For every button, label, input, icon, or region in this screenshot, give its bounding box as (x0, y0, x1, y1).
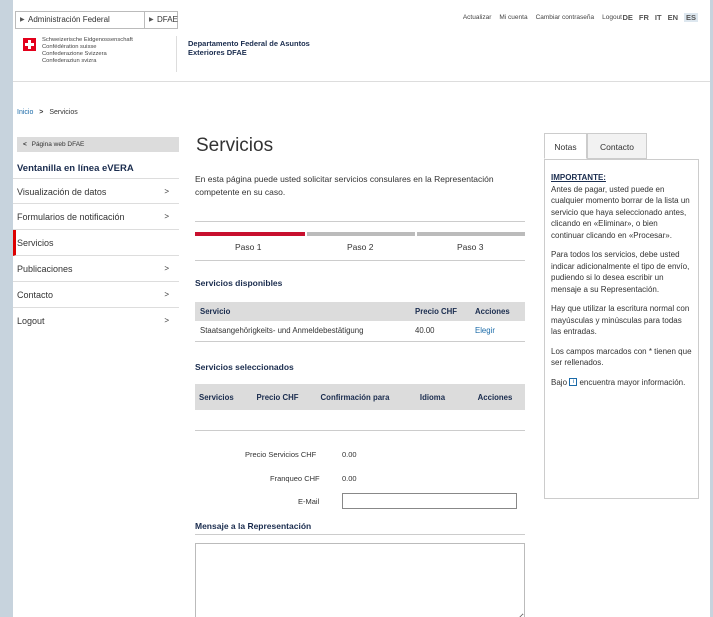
note-paragraph: Bajo i encuentra mayor información. (551, 377, 686, 387)
column-header: Servicios (195, 384, 245, 410)
column-header: Idioma (400, 384, 465, 410)
note-paragraph: Hay que utilizar la escritura normal con… (551, 304, 690, 336)
email-input[interactable] (342, 493, 517, 509)
selected-services-heading: Servicios seleccionados (195, 362, 294, 372)
available-services-table: Servicio Precio CHF Acciones Staatsangeh… (195, 302, 525, 342)
services-price-label: Precio Servicios CHF (245, 450, 317, 459)
lang-it[interactable]: IT (655, 13, 662, 22)
column-header: Acciones (465, 384, 525, 410)
header-divider (176, 36, 177, 72)
message-heading: Mensaje a la Representación (195, 521, 312, 531)
chevron-right-icon: > (164, 212, 169, 221)
change-password-link[interactable]: Cambiar contraseña (536, 14, 595, 21)
step-2-label: Paso 2 (347, 242, 374, 252)
intro-text: En esta página puede usted solicitar ser… (195, 174, 494, 197)
page: ▶ Administración Federal ▶ DFAE Actualiz… (13, 0, 710, 617)
breadcrumb-current: Servicios (49, 109, 78, 116)
sidebar-title: Ventanilla en línea eVERA (17, 163, 134, 174)
email-label: E-Mail (298, 497, 320, 506)
sidebar-item-services[interactable]: Servicios (13, 230, 179, 256)
step-3-bar (417, 232, 525, 236)
step-1-bar (195, 232, 305, 236)
confederation-names: Schweizerische Eidgenossenschaft Confédé… (42, 37, 133, 64)
my-account-link[interactable]: Mi cuenta (499, 14, 527, 21)
table-row: Staatsangehörigkeits- und Anmeldebestäti… (195, 321, 525, 342)
table-row (195, 410, 525, 431)
step-1-label: Paso 1 (235, 242, 262, 252)
triangle-right-icon: ▶ (20, 17, 25, 23)
service-name-cell: Staatsangehörigkeits- und Anmeldebestäti… (195, 321, 410, 342)
table-header-row: Servicio Precio CHF Acciones (195, 302, 525, 321)
breadcrumb: Inicio > Servicios (17, 109, 78, 116)
column-header: Precio CHF (245, 384, 310, 410)
tab-contact[interactable]: Contacto (587, 133, 647, 159)
note-paragraph: Para todos los servicios, debe usted ind… (551, 250, 690, 294)
step-3-label: Paso 3 (457, 242, 484, 252)
postage-label: Franqueo CHF (270, 474, 320, 483)
chevron-left-icon: < (23, 141, 27, 148)
chevron-right-icon: > (164, 290, 169, 299)
sidebar-item-data-view[interactable]: Visualización de datos > (13, 178, 179, 204)
top-links: Actualizar Mi cuenta Cambiar contraseña … (463, 14, 622, 21)
divider (195, 534, 525, 535)
sidebar-item-notification-forms[interactable]: Formularios de notificación > (13, 204, 179, 230)
note-paragraph: Los campos marcados con * tienen que ser… (551, 346, 692, 368)
lang-fr[interactable]: FR (639, 13, 649, 22)
message-textarea[interactable] (195, 543, 525, 617)
postage-value: 0.00 (342, 474, 357, 483)
header-rule (13, 81, 710, 82)
divider (195, 260, 525, 261)
divider (195, 221, 525, 222)
chevron-right-icon: > (164, 187, 169, 196)
breadcrumb-home[interactable]: Inicio (17, 109, 33, 116)
tab-notes[interactable]: Notas (544, 133, 587, 159)
info-icon: i (569, 378, 578, 387)
price-cell: 40.00 (410, 321, 470, 342)
column-header: Acciones (470, 302, 525, 321)
important-heading: IMPORTANTE: (551, 173, 606, 182)
choose-link[interactable]: Elegir (470, 321, 525, 342)
available-services-heading: Servicios disponibles (195, 278, 283, 288)
sidebar-nav: Visualización de datos > Formularios de … (13, 178, 179, 334)
column-header: Servicio (195, 302, 410, 321)
language-switcher: DE FR IT EN ES (622, 13, 698, 22)
services-price-value: 0.00 (342, 450, 357, 459)
note-paragraph: Antes de pagar, usted puede en cualquier… (551, 184, 690, 240)
federal-admin-link[interactable]: ▶ Administración Federal (15, 11, 145, 29)
site-header: Schweizerische Eidgenossenschaft Confédé… (13, 31, 710, 81)
sidebar-item-contact[interactable]: Contacto > (13, 282, 179, 308)
dfae-link[interactable]: ▶ DFAE (144, 11, 178, 29)
sidebar-item-logout[interactable]: Logout > (13, 308, 179, 334)
breadcrumb-separator: > (39, 109, 44, 116)
table-header-row: Servicios Precio CHF Confirmación para I… (195, 384, 525, 410)
triangle-right-icon: ▶ (149, 17, 154, 23)
sidebar-item-publications[interactable]: Publicaciones > (13, 256, 179, 282)
page-title: Servicios (196, 135, 274, 156)
column-header: Confirmación para (310, 384, 400, 410)
back-to-dfae-button[interactable]: < Página web DFAE (17, 137, 179, 152)
top-bar: ▶ Administración Federal ▶ DFAE Actualiz… (13, 0, 710, 31)
lang-de[interactable]: DE (622, 13, 632, 22)
chevron-right-icon: > (164, 264, 169, 273)
refresh-link[interactable]: Actualizar (463, 14, 492, 21)
side-tabs: Notas Contacto (544, 133, 699, 159)
lang-es[interactable]: ES (683, 13, 698, 22)
lang-en[interactable]: EN (668, 13, 678, 22)
selected-services-table: Servicios Precio CHF Confirmación para I… (195, 384, 525, 431)
logout-link[interactable]: Logout (602, 14, 622, 21)
swiss-flag-icon (23, 38, 36, 51)
column-header: Precio CHF (410, 302, 470, 321)
chevron-right-icon: > (164, 316, 169, 325)
department-name: Departamento Federal de Asuntos Exterior… (188, 39, 310, 57)
notes-panel: IMPORTANTE: Antes de pagar, usted puede … (544, 159, 699, 499)
step-2-bar (307, 232, 415, 236)
